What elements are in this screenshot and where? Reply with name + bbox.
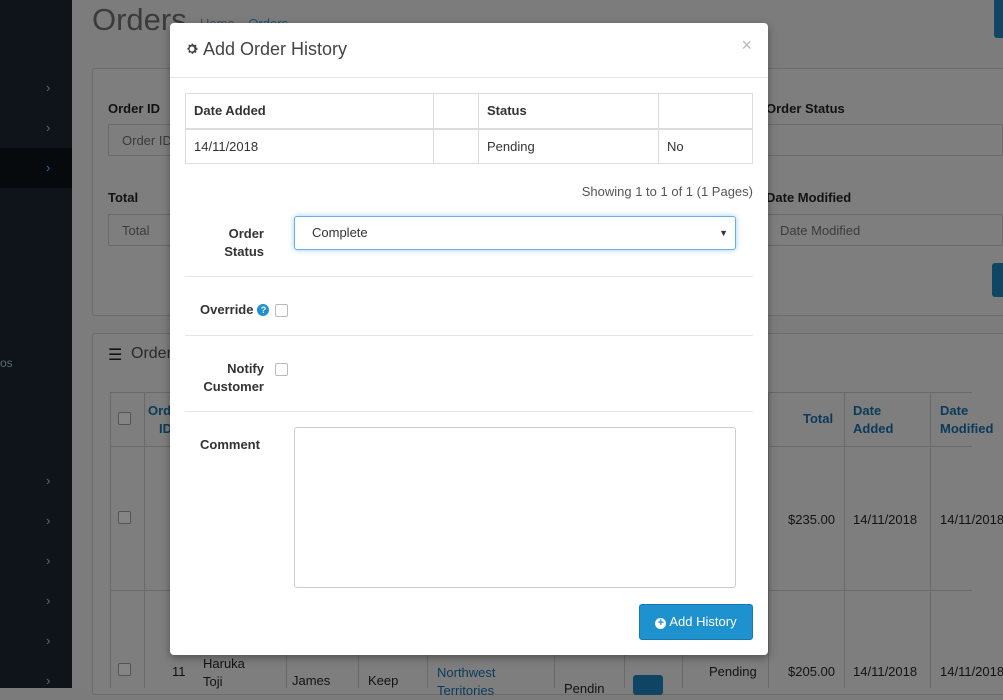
- col-order-id-header[interactable]: Order ID: [148, 402, 183, 438]
- filter-order-status-label: Order Status: [766, 101, 845, 116]
- add-order-history-modal: Add Order History × Date Added Status 14…: [170, 23, 768, 655]
- chevron-right-icon[interactable]: ›: [46, 674, 56, 687]
- chevron-right-icon[interactable]: ›: [46, 121, 56, 134]
- notify-customer-checkbox[interactable]: [275, 363, 288, 376]
- sidebar-active-item[interactable]: [0, 148, 72, 188]
- row-checkbox[interactable]: [118, 663, 131, 676]
- row-status: Pending: [709, 664, 757, 679]
- row-date-modified: 14/11/2018: [940, 512, 1003, 527]
- chevron-right-icon[interactable]: ›: [46, 514, 56, 527]
- history-table: Date Added Status 14/11/2018 Pending No: [185, 93, 753, 164]
- row-total: $235.00: [788, 512, 835, 527]
- row-status: Pendin: [564, 681, 605, 696]
- table-divider: [930, 392, 931, 688]
- sidebar: › › › os › › › › › ›: [0, 0, 72, 688]
- filter-order-status-select[interactable]: [766, 124, 1003, 156]
- table-row: 14/11/2018 Pending No: [185, 128, 753, 164]
- top-action-button[interactable]: [994, 0, 1003, 38]
- chevron-right-icon[interactable]: ›: [46, 554, 56, 567]
- modal-header: Add Order History ×: [170, 23, 768, 78]
- select-all-checkbox[interactable]: [118, 412, 131, 425]
- plus-circle-icon: +: [655, 618, 667, 629]
- row-cell: Keep: [368, 673, 399, 688]
- table-divider: [110, 392, 111, 688]
- history-header-row: Date Added Status: [185, 93, 753, 130]
- row-date-modified: 14/11/2018: [940, 664, 1003, 679]
- row-date-added: 14/11/2018: [853, 664, 918, 679]
- row-checkbox[interactable]: [118, 511, 131, 524]
- history-status: Pending: [478, 128, 659, 164]
- col-date-modified-header[interactable]: Date Modified: [940, 402, 1003, 438]
- history-col-date-added: Date Added: [185, 93, 434, 130]
- row-order-id: 11: [172, 664, 186, 679]
- order-status-select[interactable]: Complete ▼: [294, 216, 736, 250]
- sidebar-label-fragment: os: [0, 356, 13, 370]
- comment-textarea[interactable]: [294, 427, 736, 588]
- row-region-link[interactable]: Northwest Territories: [437, 664, 537, 700]
- filter-date-modified-label: Date Modified: [766, 190, 852, 205]
- notify-customer-label: Notify Customer: [203, 361, 264, 394]
- table-divider: [844, 392, 845, 688]
- modal-title: Add Order History: [185, 39, 347, 60]
- chevron-right-icon[interactable]: ›: [46, 161, 56, 174]
- history-comment: [433, 128, 479, 164]
- divider: [185, 276, 753, 277]
- override-checkbox[interactable]: [275, 304, 288, 317]
- col-total-header[interactable]: Total: [803, 410, 833, 428]
- list-icon: ☰: [108, 347, 123, 364]
- help-icon[interactable]: ?: [257, 304, 270, 316]
- add-history-button[interactable]: + Add History: [639, 604, 753, 640]
- history-notified: No: [658, 128, 753, 164]
- row-edit-button[interactable]: [633, 675, 663, 695]
- row-customer: Haruka Toji: [203, 656, 245, 689]
- history-col-status: Status: [478, 93, 659, 130]
- modal-title-text: Add Order History: [203, 39, 348, 59]
- divider: [185, 335, 753, 336]
- filter-button[interactable]: [992, 263, 1003, 297]
- add-history-label: Add History: [669, 614, 737, 629]
- comment-label: Comment: [200, 437, 260, 452]
- history-col-notify: [658, 93, 753, 130]
- history-col-comment: [433, 93, 479, 130]
- list-heading: Order: [131, 345, 172, 362]
- chevron-right-icon[interactable]: ›: [46, 634, 56, 647]
- override-label-text: Override: [200, 302, 254, 317]
- col-date-added-header[interactable]: Date Added: [853, 402, 913, 438]
- filter-order-id-label: Order ID: [108, 101, 161, 116]
- chevron-right-icon[interactable]: ›: [46, 81, 56, 94]
- order-status-label: Order Status: [224, 226, 264, 259]
- gear-icon: [187, 43, 198, 54]
- filter-total-label: Total: [108, 190, 139, 205]
- row-date-added: 14/11/2018: [853, 512, 918, 527]
- history-date-added: 14/11/2018: [185, 128, 434, 164]
- close-button[interactable]: ×: [741, 35, 752, 56]
- row-cell: James: [292, 673, 331, 688]
- caret-down-icon: ▼: [719, 228, 728, 238]
- chevron-right-icon[interactable]: ›: [46, 594, 56, 607]
- row-total: $205.00: [788, 664, 835, 679]
- order-status-value: Complete: [312, 225, 368, 240]
- pagination-text: Showing 1 to 1 of 1 (1 Pages): [581, 184, 753, 199]
- chevron-right-icon[interactable]: ›: [46, 474, 56, 487]
- divider: [185, 411, 753, 412]
- table-divider: [144, 392, 145, 688]
- override-label: Override?: [200, 301, 270, 319]
- table-divider: [768, 392, 769, 688]
- filter-date-modified-input[interactable]: Date Modified: [766, 214, 1003, 246]
